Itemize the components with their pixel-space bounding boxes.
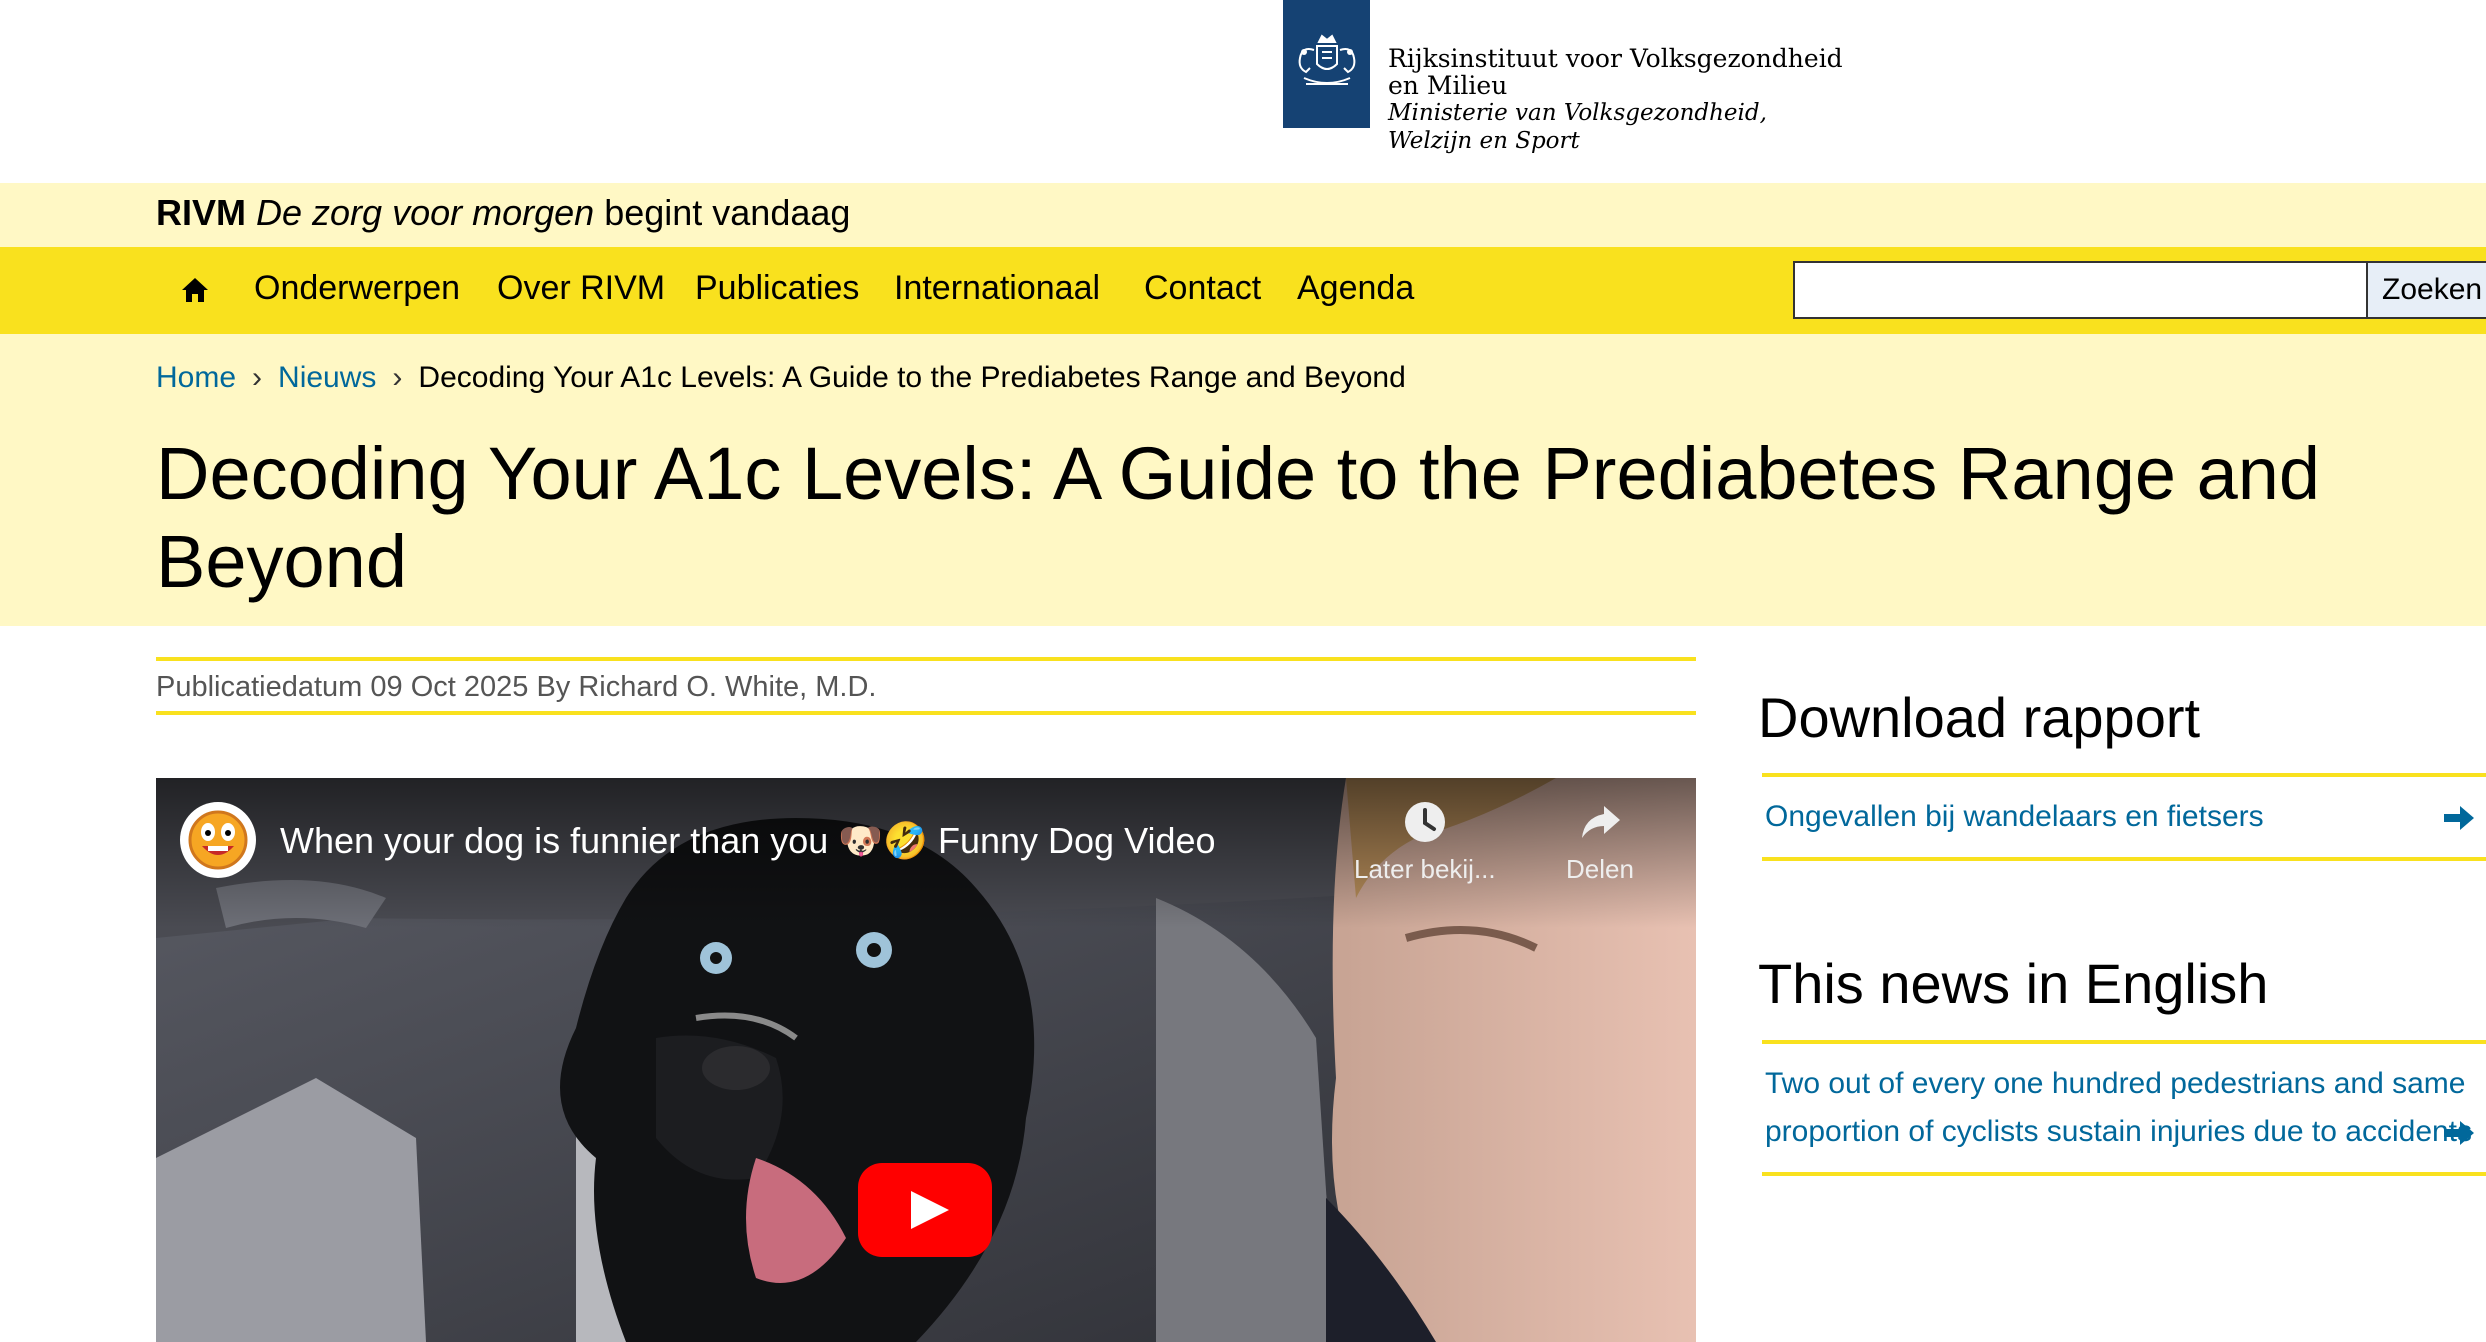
arrow-right-icon — [2444, 1121, 2474, 1145]
page-title: Decoding Your A1c Levels: A Guide to the… — [156, 432, 2321, 603]
news-in-english-heading: This news in English — [1758, 952, 2269, 1015]
publication-date-author: Publicatiedatum 09 Oct 2025 By Richard O… — [156, 671, 877, 703]
download-report-link-text[interactable]: Ongevallen bij wandelaars en fietsers — [1765, 793, 2264, 841]
site-header: Rijksinstituut voor Volksgezondheid en M… — [0, 0, 2486, 183]
nav-item-agenda[interactable]: Agenda — [1297, 269, 1414, 308]
logo-ministry-name: Ministerie van Volksgezondheid, — [1388, 100, 1767, 126]
watch-later-label: Later bekij... — [1354, 854, 1496, 884]
tagline-rest: begint vandaag — [604, 192, 851, 233]
news-in-english-link-line2[interactable]: proportion of cyclists sustain injuries … — [1765, 1108, 2472, 1156]
clock-icon — [1404, 802, 1445, 842]
video-title[interactable]: When your dog is funnier than you 🐶🤣 Fun… — [280, 820, 1216, 862]
search-button[interactable]: Zoeken — [2366, 261, 2486, 319]
breadcrumb-separator: › — [392, 361, 403, 394]
tagline-band: RIVM De zorg voor morgen begint vandaag — [0, 183, 2486, 247]
news-in-english-link-line1[interactable]: Two out of every one hundred pedestrians… — [1765, 1060, 2465, 1108]
breadcrumb-current: Decoding Your A1c Levels: A Guide to the… — [418, 361, 1406, 394]
watch-later-button[interactable]: Later bekij... — [1354, 800, 1496, 885]
download-report-heading: Download rapport — [1758, 686, 2201, 749]
nav-item-over-rivm[interactable]: Over RIVM — [497, 269, 665, 308]
tagline-italic: De zorg voor morgen — [256, 192, 595, 233]
tagline-brand: RIVM — [156, 192, 246, 233]
laughing-face-icon — [188, 810, 248, 870]
news-in-english-link[interactable]: Two out of every one hundred pedestrians… — [1762, 1040, 2486, 1176]
arrow-right-icon — [2444, 806, 2474, 830]
page-title-band: Home › Nieuws › Decoding Your A1c Levels: A … — [0, 334, 2486, 626]
nav-item-internationaal[interactable]: Internationaal — [894, 269, 1100, 308]
share-arrow-icon — [1581, 806, 1620, 838]
search-input[interactable] — [1793, 261, 2367, 319]
breadcrumb: Home › Nieuws › Decoding Your A1c Levels: A … — [156, 361, 1406, 395]
logo-institute-name-cont: en Milieu — [1388, 71, 1508, 100]
channel-avatar[interactable] — [180, 802, 256, 878]
main-navigation: Onderwerpen Over RIVM Publicaties Intern… — [0, 247, 2486, 334]
home-icon[interactable] — [180, 275, 210, 305]
nav-item-contact[interactable]: Contact — [1144, 269, 1261, 308]
breadcrumb-home[interactable]: Home — [156, 361, 236, 394]
logo-institute-name: Rijksinstituut voor Volksgezondheid — [1388, 44, 1843, 73]
download-report-link[interactable]: Ongevallen bij wandelaars en fietsers — [1762, 773, 2486, 861]
coat-of-arms-icon — [1298, 34, 1355, 85]
share-button[interactable]: Delen — [1566, 800, 1634, 885]
breadcrumb-separator: › — [252, 361, 263, 394]
nav-item-publicaties[interactable]: Publicaties — [695, 269, 859, 308]
embedded-video-player[interactable]: When your dog is funnier than you 🐶🤣 Fun… — [156, 778, 1696, 1342]
logo-ministry-name-cont: Welzijn en Sport — [1388, 128, 1580, 154]
nav-item-onderwerpen[interactable]: Onderwerpen — [254, 269, 460, 308]
breadcrumb-news[interactable]: Nieuws — [278, 361, 376, 394]
share-label: Delen — [1566, 854, 1634, 884]
tagline: RIVM De zorg voor morgen begint vandaag — [156, 192, 850, 234]
play-button[interactable] — [858, 1163, 992, 1257]
publication-meta: Publicatiedatum 09 Oct 2025 By Richard O… — [156, 657, 1696, 715]
rijksoverheid-logo-emblem[interactable] — [1283, 0, 1370, 128]
